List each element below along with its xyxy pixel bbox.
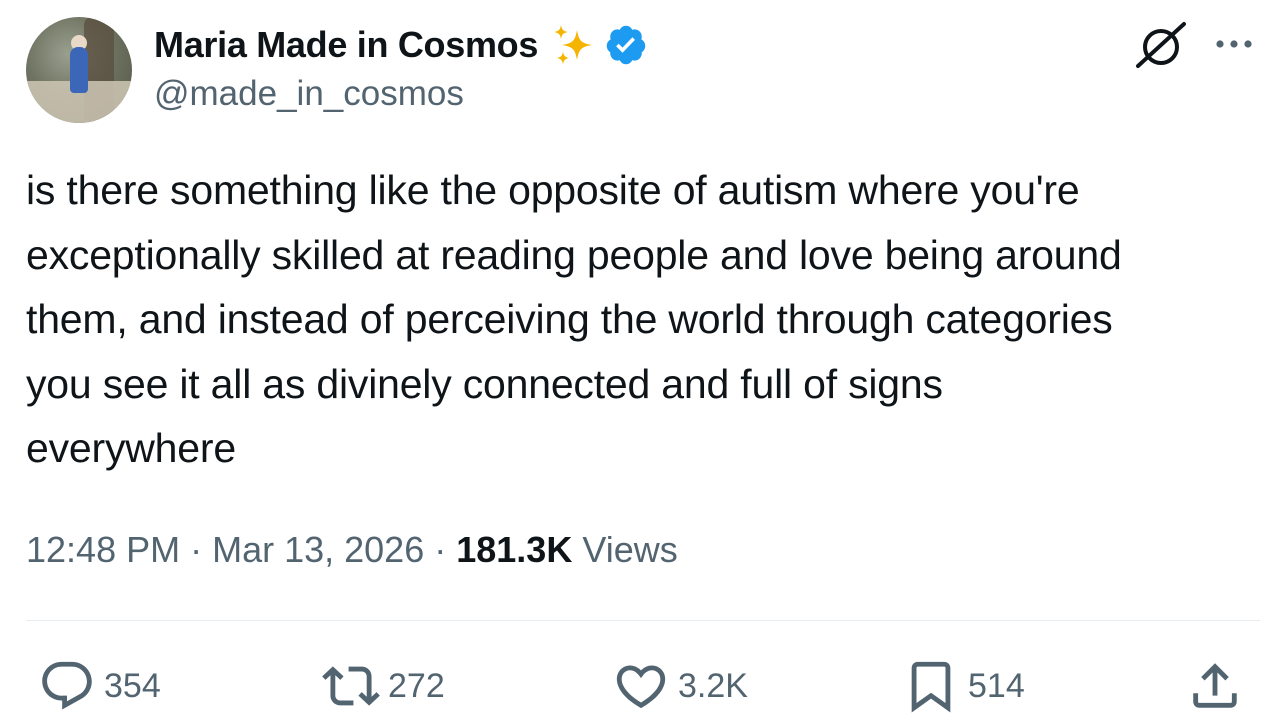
meta-separator: ·	[434, 529, 447, 570]
share-button[interactable]	[1186, 656, 1244, 716]
bookmark-button[interactable]: 514	[902, 656, 1025, 716]
like-icon	[616, 665, 666, 709]
author-name-row: Maria Made in Cosmos	[154, 22, 648, 68]
reply-icon	[42, 661, 92, 710]
bookmark-icon	[911, 661, 951, 713]
meta-separator: ·	[190, 529, 203, 570]
tweet-text: is there something like the opposite of …	[26, 167, 1122, 471]
like-count: 3.2K	[678, 666, 748, 705]
reply-count: 354	[104, 666, 161, 705]
tweet-date[interactable]: Mar 13, 2026	[212, 529, 424, 571]
author-display-name[interactable]: Maria Made in Cosmos	[154, 24, 538, 66]
avatar-figure-dress	[70, 47, 88, 93]
author-handle[interactable]: @made_in_cosmos	[154, 74, 464, 114]
retweet-count: 272	[388, 666, 445, 705]
bookmark-count: 514	[968, 666, 1025, 705]
reply-button[interactable]: 354	[38, 656, 161, 716]
tweet-time[interactable]: 12:48 PM	[26, 529, 180, 571]
avatar[interactable]	[26, 17, 132, 123]
sparkles-icon	[554, 25, 593, 64]
divider	[26, 620, 1260, 621]
grok-icon[interactable]	[1134, 20, 1188, 70]
share-icon	[1193, 663, 1237, 708]
verified-badge-icon[interactable]	[604, 23, 648, 67]
retweet-button[interactable]: 272	[322, 656, 445, 716]
retweet-icon	[322, 666, 380, 706]
tweet-card: Maria Made in Cosmos @made_in_cosmos is …	[0, 0, 1282, 726]
views-count[interactable]: 181.3K	[456, 529, 572, 571]
tweet-meta: 12:48 PM · Mar 13, 2026 · 181.3K Views	[26, 524, 678, 576]
views-label: Views	[582, 529, 678, 570]
like-button[interactable]: 3.2K	[612, 656, 748, 716]
more-options-icon[interactable]	[1212, 30, 1256, 58]
